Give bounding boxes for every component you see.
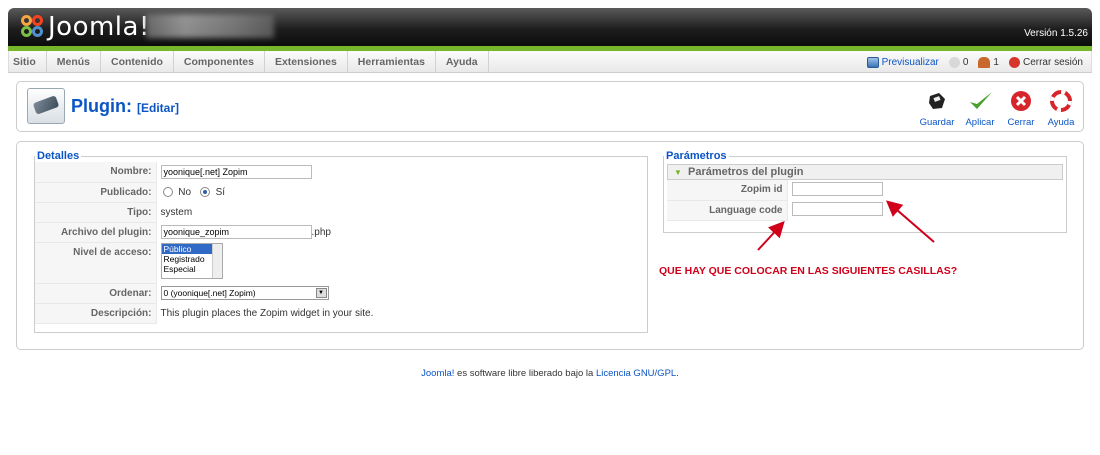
row-description: Descripción: This plugin places the Zopi…: [35, 303, 647, 324]
preview-link[interactable]: Previsualizar: [866, 56, 939, 68]
details-legend: Detalles: [37, 150, 80, 162]
language-code-input[interactable]: [791, 201, 883, 216]
file-extension: .php: [311, 227, 331, 238]
blurred-site-name: [146, 14, 274, 38]
users-icon: [978, 56, 991, 68]
published-no-label: No: [178, 186, 192, 198]
row-zopim-id: Zopim id: [667, 180, 1063, 201]
row-access: Nivel de acceso: Público Registrado Espe…: [35, 242, 647, 284]
page-title: Plugin: [Editar]: [71, 96, 179, 117]
close-label: Cerrar: [1007, 117, 1035, 128]
version-label: Versión 1.5.26: [1024, 28, 1088, 39]
triangle-down-icon: ▼: [674, 168, 682, 177]
menu-item-herramientas[interactable]: Herramientas: [348, 51, 436, 73]
joomla-star-icon: [20, 14, 46, 40]
menu-item-sitio[interactable]: Sitio: [9, 51, 47, 73]
zopim-id-input[interactable]: [791, 181, 883, 196]
users-status[interactable]: 1: [978, 56, 999, 68]
status-area: Previsualizar 0 1 Cerrar sesión: [866, 51, 1083, 73]
menu-item-extensiones[interactable]: Extensiones: [265, 51, 348, 73]
description-value: This plugin places the Zopim widget in y…: [160, 307, 374, 319]
logout-icon: [1008, 56, 1020, 68]
apply-button[interactable]: Aplicar: [959, 88, 1001, 128]
params-fieldset: Parámetros ▼ Parámetros del plugin Zopim…: [663, 150, 1067, 233]
preview-icon: [866, 56, 879, 68]
close-icon: [1010, 90, 1032, 112]
messages-status[interactable]: 0: [948, 56, 969, 68]
row-language-code: Language code: [667, 200, 1063, 221]
chevron-down-icon[interactable]: ▼: [315, 288, 327, 298]
messages-count: 0: [962, 56, 969, 68]
access-label: Nivel de acceso:: [35, 242, 157, 284]
access-option-registrado[interactable]: Registrado: [162, 254, 212, 264]
users-count: 1: [993, 56, 999, 68]
order-select[interactable]: 0 (yoonique[.net] Zopim) ▼: [160, 286, 329, 300]
help-label: Ayuda: [1047, 117, 1075, 128]
apply-label: Aplicar: [965, 117, 995, 128]
logout-link[interactable]: Cerrar sesión: [1008, 56, 1083, 68]
menu-item-contenido[interactable]: Contenido: [101, 51, 174, 73]
toolbar-buttons: Guardar Aplicar Cerrar Ayuda: [915, 88, 1081, 128]
annotation-question: QUE HAY QUE COLOCAR EN LAS SIGUIENTES CA…: [659, 265, 958, 277]
description-label: Descripción:: [35, 303, 157, 324]
row-published: Publicado: No Sí: [35, 182, 647, 203]
footer-joomla-link[interactable]: Joomla!: [421, 368, 454, 379]
logo-text: Joomla!: [48, 12, 150, 42]
footer: Joomla! es software libre liberado bajo …: [0, 368, 1100, 379]
row-file: Archivo del plugin: yoonique_zopim .php: [35, 222, 647, 243]
access-option-publico[interactable]: Público: [161, 244, 212, 254]
file-input[interactable]: yoonique_zopim: [160, 225, 312, 239]
published-no-radio[interactable]: [162, 186, 173, 197]
row-type: Tipo: system: [35, 202, 647, 223]
row-name: Nombre: yoonique[.net] Zopim: [35, 162, 647, 183]
checkmark-icon: [969, 90, 992, 112]
footer-end: .: [676, 368, 679, 379]
published-yes-label: Sí: [215, 186, 226, 198]
save-button[interactable]: Guardar: [915, 88, 959, 128]
main-menu-bar: Sitio Menús Contenido Componentes Extens…: [8, 51, 1092, 73]
params-legend: Parámetros: [666, 150, 727, 162]
access-option-especial[interactable]: Especial: [162, 264, 212, 274]
name-input[interactable]: yoonique[.net] Zopim: [160, 165, 312, 179]
params-table: Zopim id Language code: [667, 180, 1063, 221]
footer-text: es software libre liberado bajo la: [454, 368, 596, 379]
type-label: Tipo:: [35, 202, 157, 223]
order-label: Ordenar:: [35, 283, 157, 304]
content-box: Detalles Nombre: yoonique[.net] Zopim Pu…: [16, 141, 1084, 350]
params-panel-title: Parámetros del plugin: [687, 166, 804, 178]
help-button[interactable]: Ayuda: [1041, 88, 1081, 128]
logout-label: Cerrar sesión: [1022, 56, 1083, 68]
joomla-logo: Joomla!: [20, 12, 150, 42]
zopim-id-label: Zopim id: [667, 180, 788, 201]
preview-label: Previsualizar: [881, 56, 939, 68]
order-value: 0 (yoonique[.net] Zopim): [163, 288, 256, 298]
page-title-text: Plugin:: [71, 96, 132, 116]
close-button[interactable]: Cerrar: [1001, 88, 1041, 128]
menu-item-ayuda[interactable]: Ayuda: [436, 51, 489, 73]
file-label: Archivo del plugin:: [35, 222, 157, 243]
page-subtitle: [Editar]: [137, 101, 180, 115]
row-order: Ordenar: 0 (yoonique[.net] Zopim) ▼: [35, 283, 647, 304]
save-label: Guardar: [919, 117, 955, 128]
save-icon: [926, 90, 948, 112]
access-scrollbar[interactable]: [211, 244, 222, 278]
access-listbox[interactable]: Público Registrado Especial: [160, 243, 223, 279]
name-label: Nombre:: [35, 162, 157, 183]
messages-icon: [948, 56, 960, 68]
toolbar-box: Plugin: [Editar] Guardar Aplicar Cerrar: [16, 81, 1084, 132]
published-yes-radio[interactable]: [199, 186, 210, 197]
menu-item-menus[interactable]: Menús: [47, 51, 102, 73]
plugin-icon: [27, 88, 65, 124]
menu-item-componentes[interactable]: Componentes: [174, 51, 265, 73]
type-value: system: [160, 206, 193, 218]
details-fieldset: Detalles Nombre: yoonique[.net] Zopim Pu…: [34, 150, 648, 333]
language-code-label: Language code: [667, 200, 788, 221]
footer-license-link[interactable]: Licencia GNU/GPL: [596, 368, 676, 379]
published-label: Publicado:: [35, 182, 157, 203]
lifebuoy-icon: [1050, 90, 1072, 112]
params-panel-header[interactable]: ▼ Parámetros del plugin: [667, 164, 1063, 180]
details-table: Nombre: yoonique[.net] Zopim Publicado: …: [35, 162, 647, 324]
header-bar: Joomla! Versión 1.5.26: [8, 8, 1092, 46]
